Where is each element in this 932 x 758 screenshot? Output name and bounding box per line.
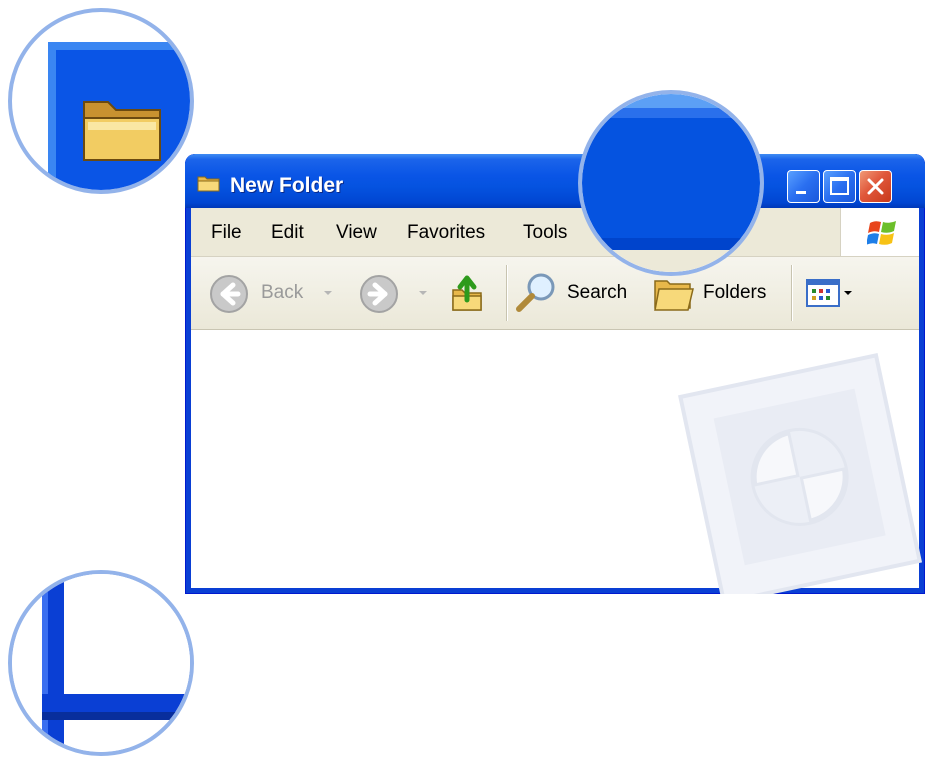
search-icon[interactable] [514,271,558,315]
back-label[interactable]: Back [261,282,303,304]
standard-toolbar: Back Search Folders [191,257,919,330]
zoom-circle-titlebar [578,90,764,276]
folder-watermark-icon [678,353,923,594]
forward-arrow-icon[interactable] [359,274,399,314]
maximize-icon [830,177,849,195]
explorer-window: New Folder File Edit View Favorites Tool… [185,154,925,594]
folders-icon[interactable] [653,275,695,313]
menu-edit[interactable]: Edit [271,222,304,244]
back-dropdown-icon[interactable] [324,291,332,295]
minimize-button[interactable] [787,170,820,203]
back-arrow-icon[interactable] [209,274,249,314]
window-title: New Folder [230,174,344,197]
maximize-button[interactable] [823,170,856,203]
close-icon [867,178,884,195]
views-dropdown-icon[interactable] [844,291,852,295]
menu-favorites[interactable]: Favorites [407,222,485,244]
windows-logo-area [840,208,919,256]
up-folder-icon[interactable] [449,270,489,314]
forward-dropdown-icon[interactable] [419,291,427,295]
windows-flag-icon [867,221,896,245]
search-label[interactable]: Search [567,282,627,304]
close-button[interactable] [859,170,892,203]
menu-file[interactable]: File [211,222,242,244]
zoom-circle-frame-corner [8,570,194,756]
title-bar[interactable]: New Folder [185,154,925,208]
zoomed-titlebar [582,94,760,272]
zoomed-folder-icon [48,42,190,190]
folder-icon [197,176,220,192]
views-icon[interactable] [806,279,840,307]
menu-tools[interactable]: Tools [523,222,567,244]
toolbar-separator [791,265,793,321]
minimize-icon [796,191,806,194]
toolbar-separator [506,265,508,321]
zoom-circle-title-icon [8,8,194,194]
folders-label[interactable]: Folders [703,282,766,304]
menu-view[interactable]: View [336,222,377,244]
menu-bar: File Edit View Favorites Tools [191,208,919,257]
window-client-area: File Edit View Favorites Tools Back Sear… [191,208,923,594]
zoomed-frame-corner [12,574,190,752]
